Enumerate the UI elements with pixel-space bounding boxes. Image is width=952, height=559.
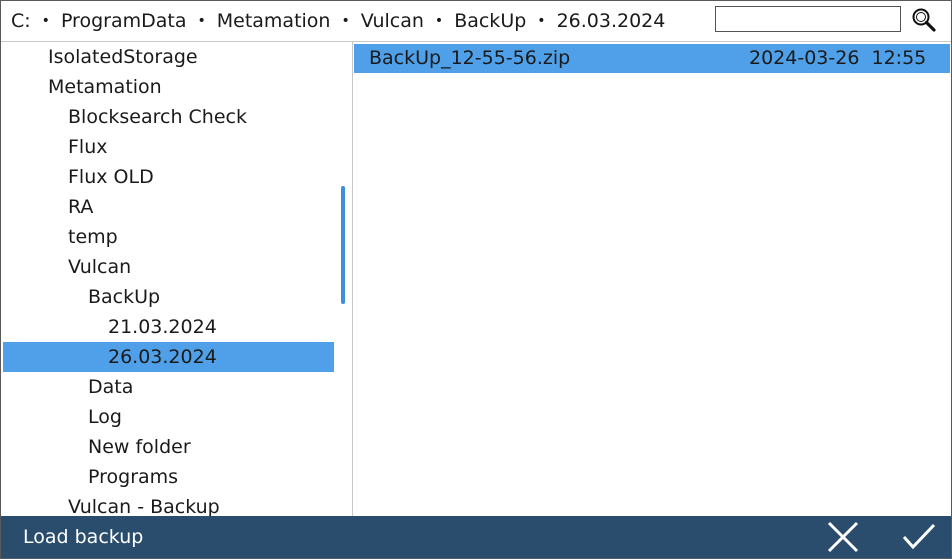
breadcrumb-separator: • (434, 13, 444, 29)
tree-folder-item[interactable]: 21.03.2024 (3, 312, 334, 342)
breadcrumb-separator: • (197, 13, 206, 29)
tree-folder-label: Log (88, 406, 122, 428)
breadcrumb-item[interactable]: Vulcan (361, 10, 424, 32)
tree-scrollbar[interactable] (341, 186, 345, 304)
tree-folder-label: 26.03.2024 (108, 346, 217, 368)
tree-folder-label: RA (68, 196, 94, 218)
tree-folder-label: Metamation (48, 76, 162, 98)
tree-folder-item[interactable]: Log (3, 402, 334, 432)
breadcrumb-item[interactable]: BackUp (454, 10, 526, 32)
breadcrumb-item[interactable]: Metamation (217, 10, 331, 32)
tree-folder-label: Blocksearch Check (68, 106, 247, 128)
search-button[interactable] (909, 5, 939, 35)
breadcrumb-item[interactable]: 26.03.2024 (557, 10, 666, 32)
tree-folder-label: IsolatedStorage (48, 46, 198, 68)
file-date: 2024-03-26 12:55 (749, 47, 927, 69)
file-name: BackUp_12-55-56.zip (369, 47, 571, 69)
breadcrumb-item[interactable]: ProgramData (61, 10, 187, 32)
tree-folder-item[interactable]: Programs (3, 462, 334, 492)
search-input[interactable] (715, 6, 901, 32)
breadcrumb-separator: • (341, 13, 350, 29)
tree-folder-item[interactable]: 26.03.2024 (3, 342, 334, 372)
tree-folder-item[interactable]: BackUp (3, 282, 334, 312)
tree-folder-label: Vulcan (68, 256, 132, 278)
breadcrumb: C: • ProgramData • Metamation • Vulcan • BackUp •… (11, 1, 665, 41)
tree-folder-item[interactable]: temp (3, 222, 334, 252)
header-bar: C: • ProgramData • Metamation • Vulcan • BackUp •… (1, 1, 951, 42)
tree-folder-item[interactable]: Flux OLD (3, 162, 334, 192)
folder-tree[interactable]: Vulcan - Backup Programs New folder Log Data… (1, 42, 353, 516)
cancel-button[interactable] (823, 519, 863, 555)
tree-folder-item[interactable]: Blocksearch Check (3, 102, 334, 132)
footer-bar: Load backup (1, 516, 951, 558)
tree-folder-label: Flux OLD (68, 166, 154, 188)
tree-folder-label: BackUp (88, 286, 161, 308)
tree-folder-label: temp (68, 226, 118, 248)
tree-folder-item[interactable]: RA (3, 192, 334, 222)
confirm-button[interactable] (899, 519, 939, 555)
tree-folder-item[interactable]: Flux (3, 132, 334, 162)
tree-folder-label: Programs (88, 466, 179, 488)
tree-folder-item[interactable]: IsolatedStorage (3, 42, 334, 72)
tree-folder-item[interactable]: Vulcan (3, 252, 334, 282)
tree-folder-label: Vulcan - Backup (68, 496, 220, 516)
close-icon (827, 521, 859, 553)
checkmark-icon (902, 523, 936, 550)
breadcrumb-item[interactable]: C: (11, 10, 31, 32)
magnifier-icon (912, 8, 936, 32)
tree-folder-label: Flux (68, 136, 108, 158)
breadcrumb-separator: • (41, 13, 50, 29)
tree-folder-label: 21.03.2024 (108, 316, 217, 338)
file-list: BackUp_12-55-56.zip 2024-03-26 12:55 (353, 42, 951, 516)
tree-folder-label: New folder (88, 436, 191, 458)
tree-folder-item[interactable]: Vulcan - Backup (3, 492, 334, 516)
tree-folder-item[interactable]: Data (3, 372, 334, 402)
tree-folder-item[interactable]: New folder (3, 432, 334, 462)
dialog-title: Load backup (23, 526, 144, 548)
tree-folder-item[interactable]: Metamation (3, 72, 334, 102)
load-backup-dialog: C: • ProgramData • Metamation • Vulcan • BackUp •… (0, 0, 952, 559)
file-row[interactable]: BackUp_12-55-56.zip 2024-03-26 12:55 (354, 44, 950, 73)
tree-folder-label: Data (88, 376, 134, 398)
breadcrumb-separator: • (537, 13, 546, 29)
